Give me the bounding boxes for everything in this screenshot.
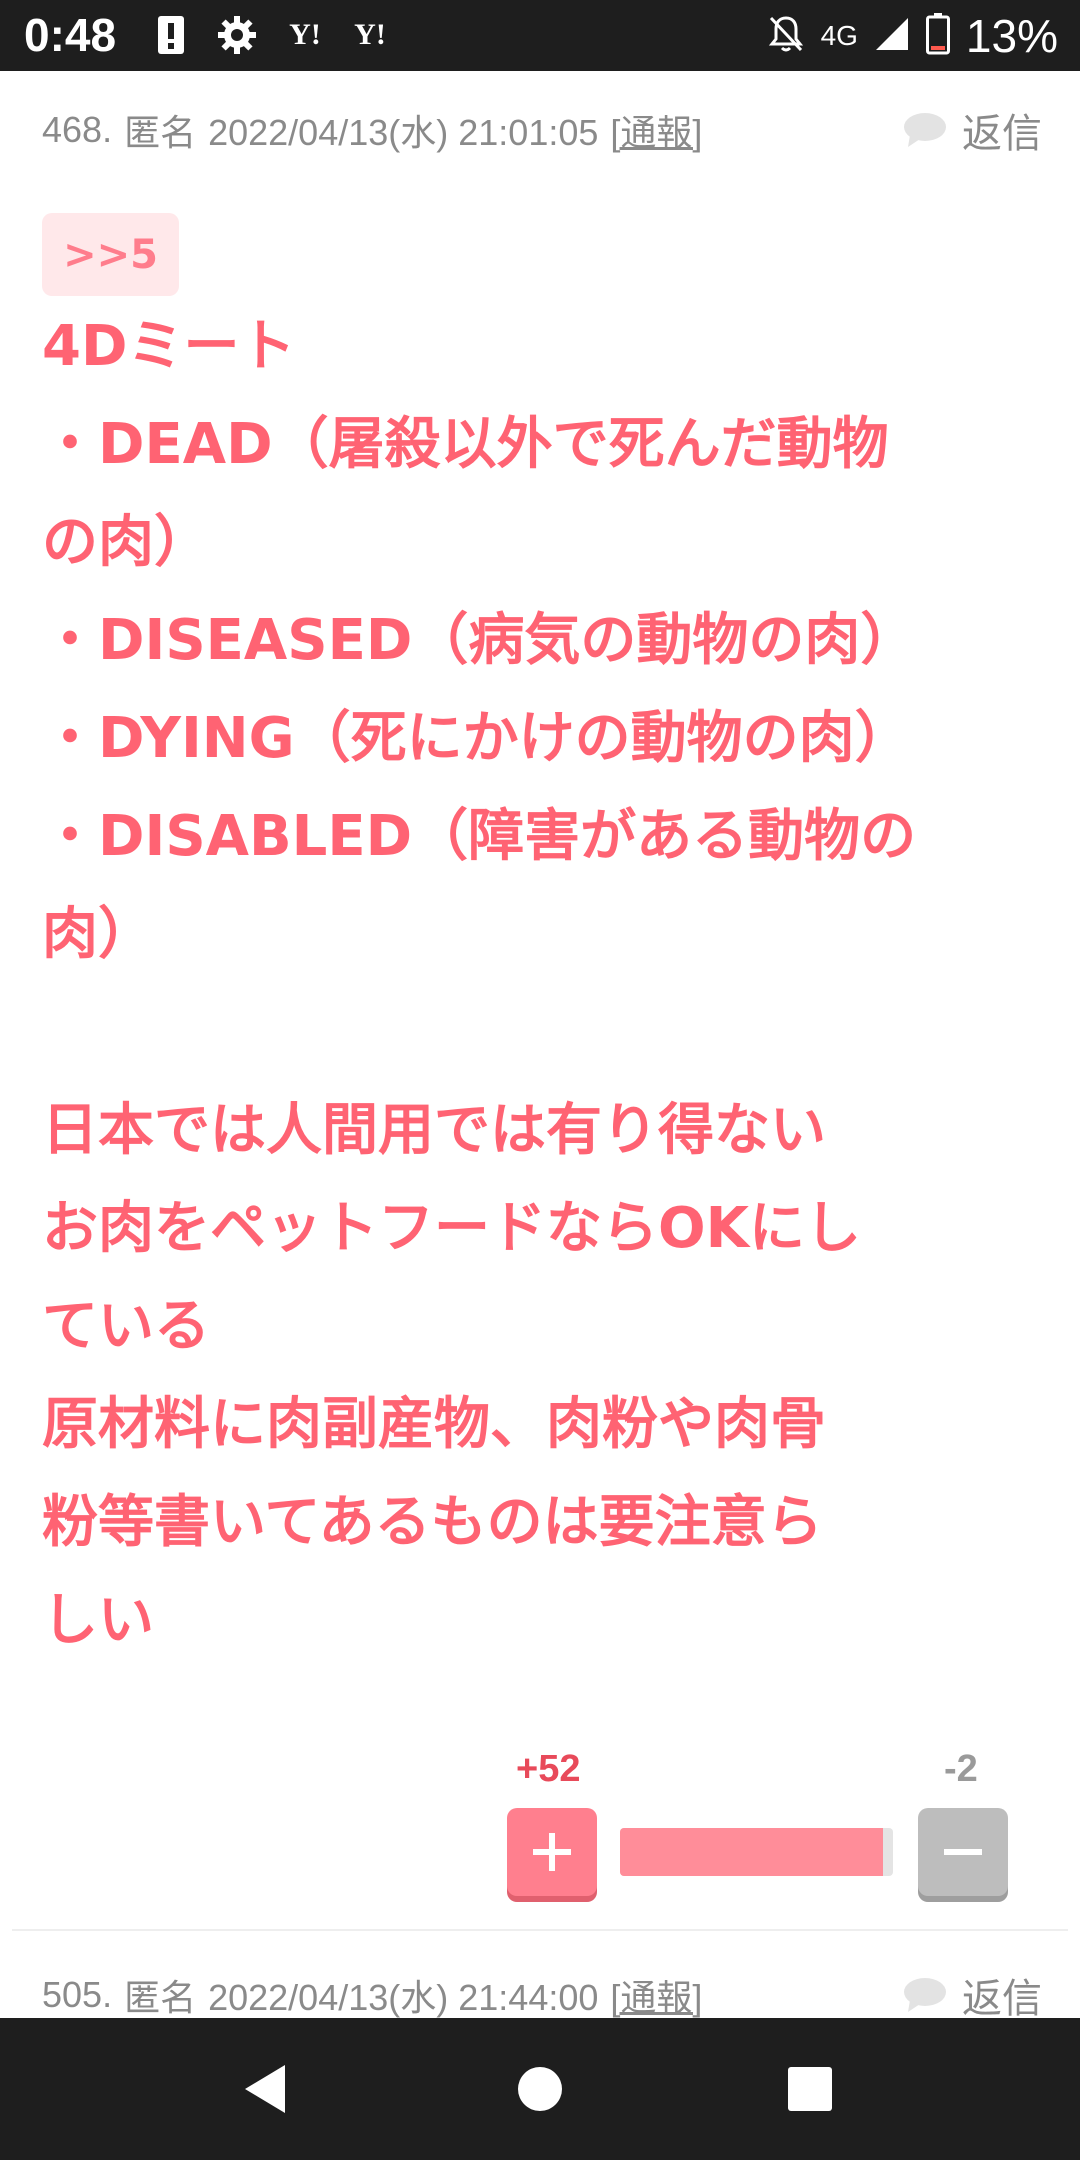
home-circle-icon — [518, 2067, 562, 2111]
minus-icon — [944, 1849, 982, 1855]
minus-vote-count: -2 — [944, 1748, 978, 1790]
divider — [12, 1929, 1068, 1931]
post-datetime: 2022/04/13(水) 21:01:05 — [208, 112, 599, 153]
status-time: 0:48 — [24, 9, 117, 61]
signal-icon — [874, 16, 910, 56]
post-body-line — [42, 984, 1052, 1082]
post-body-line: お肉をペットフードならOKにし — [42, 1196, 861, 1261]
post-author: 匿名 — [124, 1977, 197, 2018]
battery-icon — [925, 13, 950, 59]
post-number: 505. — [42, 1974, 113, 2015]
battery-percent: 13% — [965, 10, 1058, 62]
navigation-bar — [0, 2018, 1080, 2160]
post-body: 4Dミート・DEAD（屠殺以外で死んだ動物 の肉） ・DISEASED（病気の動物の… — [42, 298, 1052, 1670]
reply-label: 返信 — [962, 112, 1042, 156]
reply-button[interactable]: 返信 — [902, 101, 1042, 159]
report-link[interactable]: [通報] — [610, 1969, 702, 2021]
post-body-line: 原材料に肉副産物、肉粉や肉骨 — [42, 1392, 826, 1457]
post-meta: 468. 匿名 2022/04/13(水) 21:01:05 [通報] — [42, 104, 702, 156]
minus-vote-button[interactable] — [918, 1808, 1008, 1896]
post-body-line: ている — [42, 1294, 210, 1359]
network-type: 4G — [820, 20, 858, 51]
gear-icon — [215, 14, 259, 56]
post-body-line: 日本では人間用では有り得ない — [42, 1098, 826, 1163]
plus-icon — [533, 1833, 571, 1871]
back-button[interactable] — [176, 2018, 356, 2160]
next-post-header: 505. 匿名 2022/04/13(水) 21:44:00 [通報] 返信 — [42, 1965, 1042, 2025]
post-body-line: 肉） — [42, 902, 154, 967]
home-button[interactable] — [450, 2018, 630, 2160]
post-body-line: ・DISABLED（障害がある動物の — [42, 804, 917, 869]
speech-bubble-icon — [904, 1978, 946, 2012]
post-body-line: ・DYING（死にかけの動物の肉） — [42, 706, 911, 771]
recents-button[interactable] — [720, 2018, 900, 2160]
vote-ratio-fill — [620, 1828, 883, 1876]
recents-square-icon — [788, 2067, 832, 2111]
back-triangle-icon — [245, 2065, 285, 2113]
speech-bubble-icon — [904, 113, 946, 147]
plus-vote-button[interactable] — [507, 1808, 597, 1896]
post-header: 468. 匿名 2022/04/13(水) 21:01:05 [通報] 返信 — [42, 100, 1042, 160]
reply-label: 返信 — [962, 1977, 1042, 2021]
post-body-line: の肉） — [42, 510, 210, 575]
reply-button[interactable]: 返信 — [902, 1966, 1042, 2024]
post-body-line: しい — [42, 1588, 154, 1653]
post-body-line: 粉等書いてあるものは要注意ら — [42, 1490, 823, 1555]
post-body-line: 4Dミート — [42, 314, 296, 379]
yahoo-icon: Y! — [354, 18, 386, 51]
report-link[interactable]: [通報] — [610, 104, 702, 156]
yahoo-icon: Y! — [289, 18, 321, 51]
status-bar: 0:48 Y! Y! 4G 13% — [0, 0, 1080, 71]
post-author: 匿名 — [124, 112, 197, 153]
plus-vote-count: +52 — [516, 1748, 581, 1790]
anchor-link[interactable]: >>5 — [42, 213, 179, 296]
alert-icon — [156, 14, 186, 56]
post-number: 468. — [42, 109, 113, 150]
vote-ratio-bar — [620, 1828, 893, 1876]
post-body-line: ・DEAD（屠殺以外で死んだ動物 — [42, 412, 889, 477]
post-datetime: 2022/04/13(水) 21:44:00 — [208, 1977, 599, 2018]
next-post-meta: 505. 匿名 2022/04/13(水) 21:44:00 [通報] — [42, 1969, 702, 2021]
notifications-off-icon — [767, 14, 805, 58]
post-body-line: ・DISEASED（病気の動物の肉） — [42, 608, 917, 673]
